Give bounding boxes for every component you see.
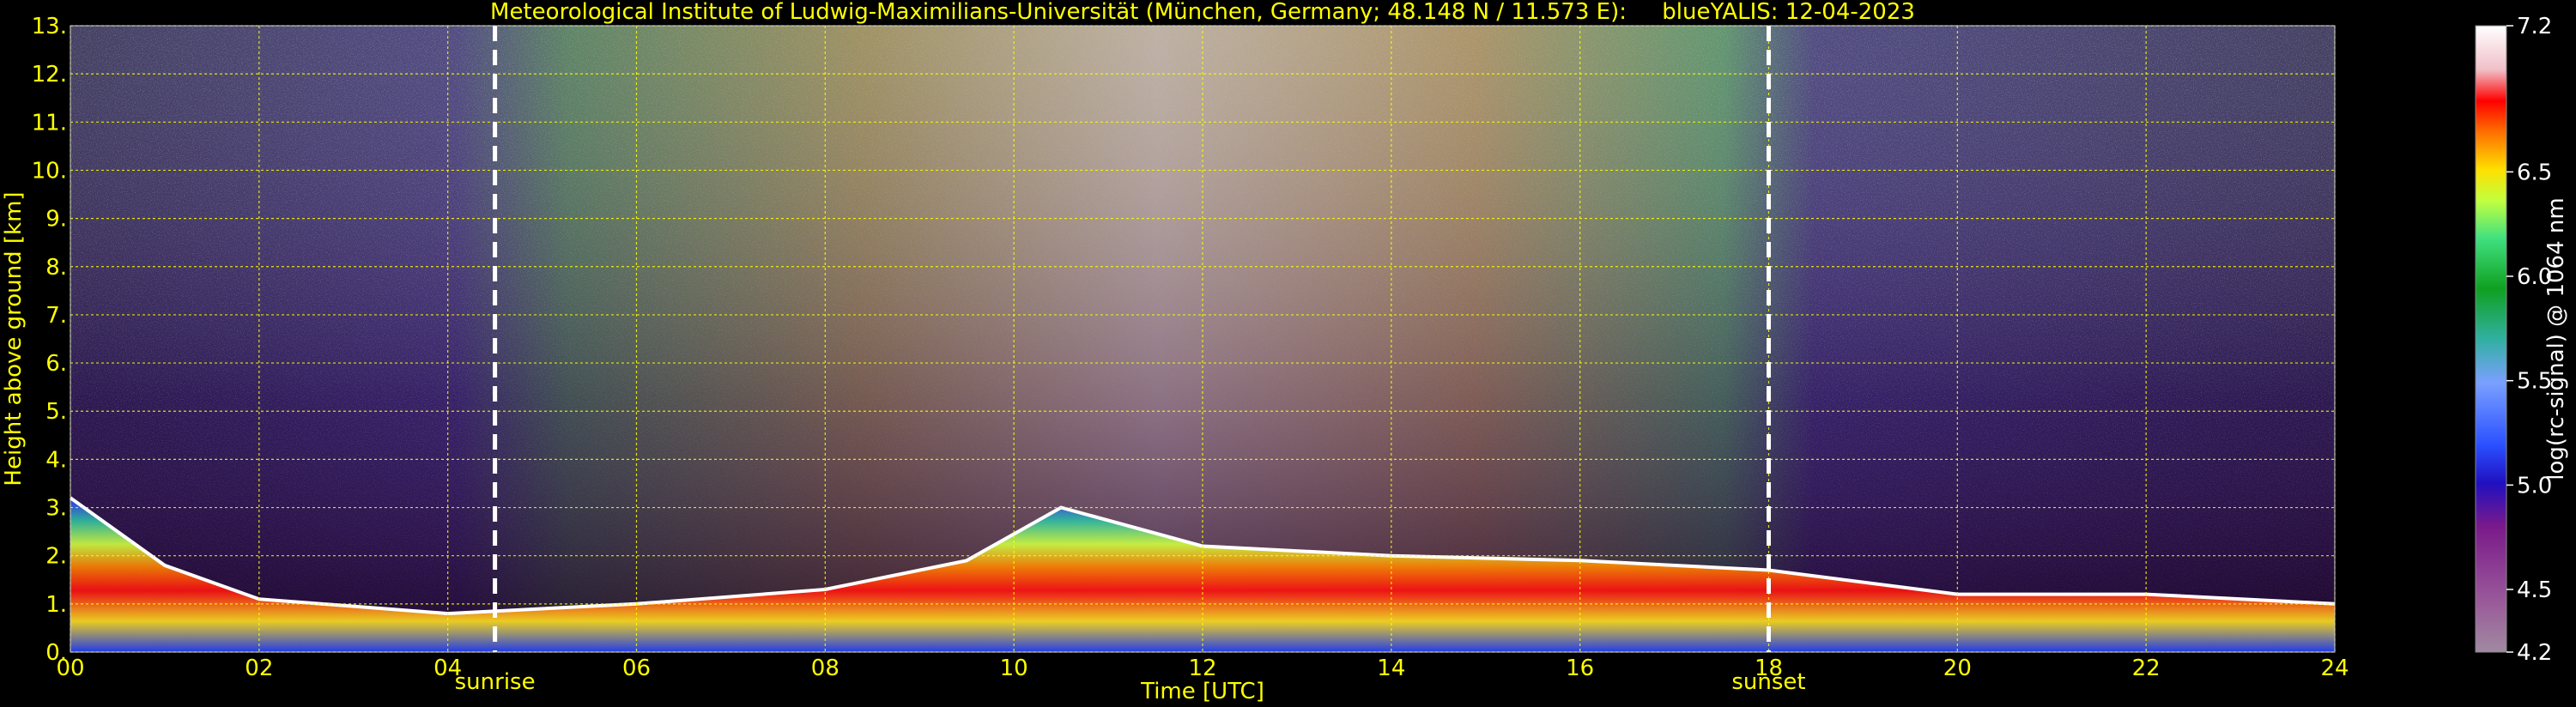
colorbar [2475,25,2507,653]
lidar-chart: 00 02 04 06 08 10 12 14 16 18 20 22 24 0.1.2.3.4.5.6… [1,0,2569,704]
y-tick-label: 12. [32,62,67,88]
x-tick-label: 02 [245,656,273,681]
y-tick-label: 1. [45,592,67,618]
y-tick-label: 3. [45,496,67,522]
y-tick-label: 13. [32,14,67,39]
colorbar-label: log(rc-signal) @ 1064 nm [2543,197,2569,480]
chart-title: Meteorological Institute of Ludwig-Maxim… [490,0,1915,25]
colorbar-tick-label: 4.5 [2517,577,2552,603]
x-tick-label: 24 [2320,656,2349,681]
x-tick-label: 14 [1377,656,1405,681]
sun-label: sunset [1731,669,1805,695]
y-tick-label: 8. [45,255,67,281]
y-tick-label: 7. [45,303,67,329]
x-tick-label: 16 [1566,656,1594,681]
x-tick-label: 12 [1188,656,1216,681]
x-axis-ticks: 00 02 04 06 08 10 12 14 16 18 20 22 24 [56,656,2349,681]
y-tick-label: 11. [32,110,67,136]
y-axis-ticks: 0. 1. 2. 3. 4. 5. 6. 7. 8. 9. 10. 11. 12. 13. [32,14,67,666]
y-axis-label: Height above ground [km] [1,191,27,486]
colorbar-tick-label: 4.2 [2517,640,2552,666]
y-tick-label: 5. [45,399,67,425]
y-tick-label: 0. [45,640,67,666]
y-tick-label: 10. [32,158,67,184]
y-tick-label: 2. [45,544,67,570]
x-tick-label: 06 [622,656,651,681]
y-tick-label: 9. [45,207,67,233]
colorbar-tick-label: 7.2 [2517,14,2552,39]
y-tick-label: 6. [45,351,67,377]
y-tick-label: 4. [45,447,67,473]
x-tick-label: 20 [1943,656,1972,681]
sun-label: sunrise [455,669,536,695]
x-tick-label: 10 [1000,656,1028,681]
x-tick-label: 22 [2132,656,2161,681]
x-axis-label: Time [UTC] [1140,679,1264,704]
x-tick-label: 08 [811,656,839,681]
colorbar-tick-label: 6.5 [2517,160,2552,185]
